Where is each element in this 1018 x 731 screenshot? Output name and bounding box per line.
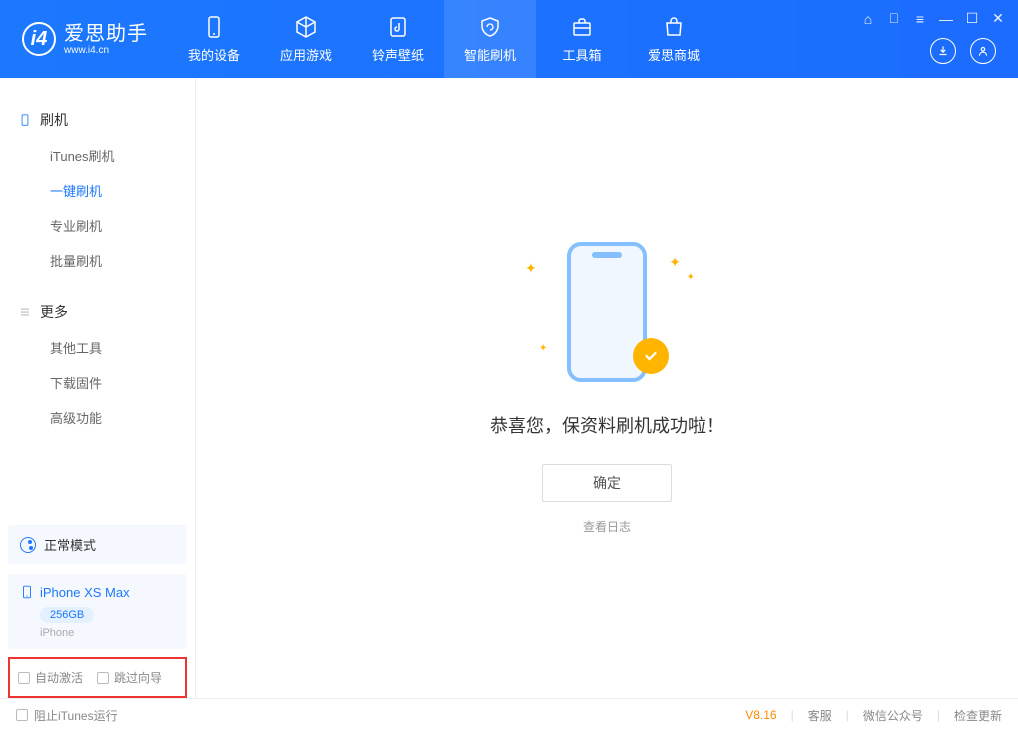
minimize-button[interactable]: — bbox=[938, 11, 954, 27]
mode-label: 正常模式 bbox=[44, 535, 96, 554]
user-icon bbox=[976, 44, 990, 58]
footer-support[interactable]: 客服 bbox=[808, 707, 832, 724]
download-button[interactable] bbox=[930, 38, 956, 64]
auto-activate-checkbox[interactable]: 自动激活 bbox=[18, 669, 83, 686]
version-label: V8.16 bbox=[745, 708, 776, 722]
menu-download-firmware[interactable]: 下载固件 bbox=[0, 365, 195, 400]
music-file-icon bbox=[386, 15, 410, 39]
confirm-button[interactable]: 确定 bbox=[542, 464, 672, 502]
shield-refresh-icon bbox=[478, 15, 502, 39]
nav-ringtones[interactable]: 铃声壁纸 bbox=[352, 0, 444, 78]
checkmark-badge-icon bbox=[633, 338, 669, 374]
menu-section-more[interactable]: 更多 bbox=[0, 294, 195, 330]
footer-check-update[interactable]: 检查更新 bbox=[954, 707, 1002, 724]
skip-wizard-checkbox[interactable]: 跳过向导 bbox=[97, 669, 162, 686]
block-itunes-checkbox[interactable]: 阻止iTunes运行 bbox=[16, 707, 118, 724]
phone-small-icon bbox=[18, 113, 32, 127]
menu-batch-flash[interactable]: 批量刷机 bbox=[0, 243, 195, 278]
menu-itunes-flash[interactable]: iTunes刷机 bbox=[0, 138, 195, 173]
footer-wechat[interactable]: 微信公众号 bbox=[863, 707, 923, 724]
user-button[interactable] bbox=[970, 38, 996, 64]
nav-smart-flash[interactable]: 智能刷机 bbox=[444, 0, 536, 78]
maximize-button[interactable]: ☐ bbox=[964, 10, 980, 27]
app-url: www.i4.cn bbox=[64, 45, 148, 56]
device-icon bbox=[202, 15, 226, 39]
download-icon bbox=[936, 44, 950, 58]
app-name: 爱思助手 bbox=[64, 23, 148, 45]
device-capacity: 256GB bbox=[40, 607, 94, 623]
menu-other-tools[interactable]: 其他工具 bbox=[0, 330, 195, 365]
mode-icon bbox=[20, 537, 36, 553]
device-name: iPhone XS Max bbox=[40, 585, 130, 600]
logo: i4 爱思助手 www.i4.cn bbox=[0, 22, 168, 56]
logo-icon: i4 bbox=[22, 22, 56, 56]
nav-toolbox[interactable]: 工具箱 bbox=[536, 0, 628, 78]
device-info-box[interactable]: iPhone XS Max 256GB iPhone bbox=[8, 574, 187, 649]
menu-icon[interactable]: ≡ bbox=[912, 11, 928, 27]
view-log-link[interactable]: 查看日志 bbox=[583, 518, 631, 535]
menu-one-click-flash[interactable]: 一键刷机 bbox=[0, 173, 195, 208]
cube-icon bbox=[294, 15, 318, 39]
success-message: 恭喜您，保资料刷机成功啦！ bbox=[490, 412, 724, 438]
main-nav: 我的设备 应用游戏 铃声壁纸 智能刷机 工具箱 爱思商城 bbox=[168, 0, 720, 78]
shirt-icon[interactable]: ⌂ bbox=[860, 11, 876, 27]
toolbox-icon bbox=[570, 15, 594, 39]
menu-pro-flash[interactable]: 专业刷机 bbox=[0, 208, 195, 243]
menu-advanced[interactable]: 高级功能 bbox=[0, 400, 195, 435]
success-illustration: ✦✦✦✦ bbox=[537, 242, 677, 382]
lock-icon[interactable]: ⎕ bbox=[886, 10, 902, 27]
flash-options-highlighted: 自动激活 跳过向导 bbox=[8, 657, 187, 698]
nav-my-device[interactable]: 我的设备 bbox=[168, 0, 260, 78]
store-icon bbox=[662, 15, 686, 39]
phone-icon bbox=[20, 584, 34, 600]
list-icon bbox=[18, 305, 32, 319]
close-button[interactable]: ✕ bbox=[990, 10, 1006, 27]
main-content: ✦✦✦✦ 恭喜您，保资料刷机成功啦！ 确定 查看日志 bbox=[196, 78, 1018, 698]
window-controls: ⌂ ⎕ ≡ — ☐ ✕ bbox=[860, 10, 1006, 27]
nav-store[interactable]: 爱思商城 bbox=[628, 0, 720, 78]
device-type: iPhone bbox=[40, 627, 175, 639]
sidebar: 刷机 iTunes刷机 一键刷机 专业刷机 批量刷机 更多 其他工具 下载固件 … bbox=[0, 78, 196, 698]
title-bar: i4 爱思助手 www.i4.cn 我的设备 应用游戏 铃声壁纸 智能刷机 工具… bbox=[0, 0, 1018, 78]
status-bar: 阻止iTunes运行 V8.16 | 客服 | 微信公众号 | 检查更新 bbox=[0, 698, 1018, 731]
device-mode-box[interactable]: 正常模式 bbox=[8, 525, 187, 564]
nav-apps-games[interactable]: 应用游戏 bbox=[260, 0, 352, 78]
menu-section-flash[interactable]: 刷机 bbox=[0, 102, 195, 138]
